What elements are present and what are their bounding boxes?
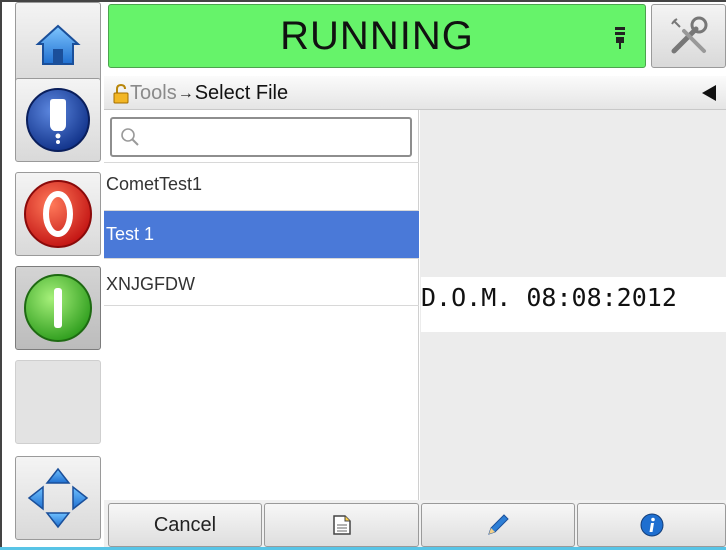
stop-icon <box>24 180 92 248</box>
breadcrumb-parent[interactable]: Tools <box>130 82 177 105</box>
file-list-item-1[interactable]: Test 1 <box>104 210 419 258</box>
info-icon <box>640 513 663 537</box>
ink-cartridge-icon <box>26 88 90 152</box>
home-button[interactable] <box>15 2 101 86</box>
preview-text: D.O.M. 08:08:2012 <box>421 283 677 312</box>
breadcrumb: Tools → Select File <box>104 76 726 110</box>
file-list-item-0[interactable]: CometTest1 <box>104 162 419 210</box>
printer-status-bar[interactable]: RUNNING <box>108 4 646 68</box>
status-text: RUNNING <box>280 14 474 58</box>
tools-button[interactable] <box>651 4 726 68</box>
cancel-button[interactable]: Cancel <box>108 503 262 547</box>
home-icon <box>35 24 81 65</box>
file-name: XNJGFDW <box>106 274 195 294</box>
stop-button[interactable] <box>15 172 101 256</box>
breadcrumb-current: Select File <box>194 82 289 104</box>
file-name: Test 1 <box>106 224 155 244</box>
empty-slot <box>15 360 101 444</box>
magnifier-icon <box>121 128 139 146</box>
navigation-button[interactable] <box>15 456 101 540</box>
printhead-icon <box>615 27 625 49</box>
edit-button[interactable] <box>421 503 575 547</box>
load-file-button[interactable] <box>264 503 419 547</box>
cancel-label: Cancel <box>153 513 217 536</box>
navigation-arrows-icon <box>27 467 89 529</box>
info-button[interactable] <box>577 503 726 547</box>
file-list-item-2[interactable]: XNJGFDW <box>104 258 419 306</box>
back-arrow-icon[interactable] <box>702 85 716 101</box>
pencil-icon <box>488 514 509 535</box>
search-input[interactable] <box>110 117 412 157</box>
tools-icon <box>670 16 707 54</box>
file-icon <box>332 515 351 535</box>
lock-icon <box>113 83 129 103</box>
breadcrumb-separator: → <box>177 84 194 102</box>
file-name: CometTest1 <box>106 174 203 194</box>
start-icon <box>24 274 92 342</box>
start-button[interactable] <box>15 266 101 350</box>
ink-system-button[interactable] <box>15 78 101 162</box>
